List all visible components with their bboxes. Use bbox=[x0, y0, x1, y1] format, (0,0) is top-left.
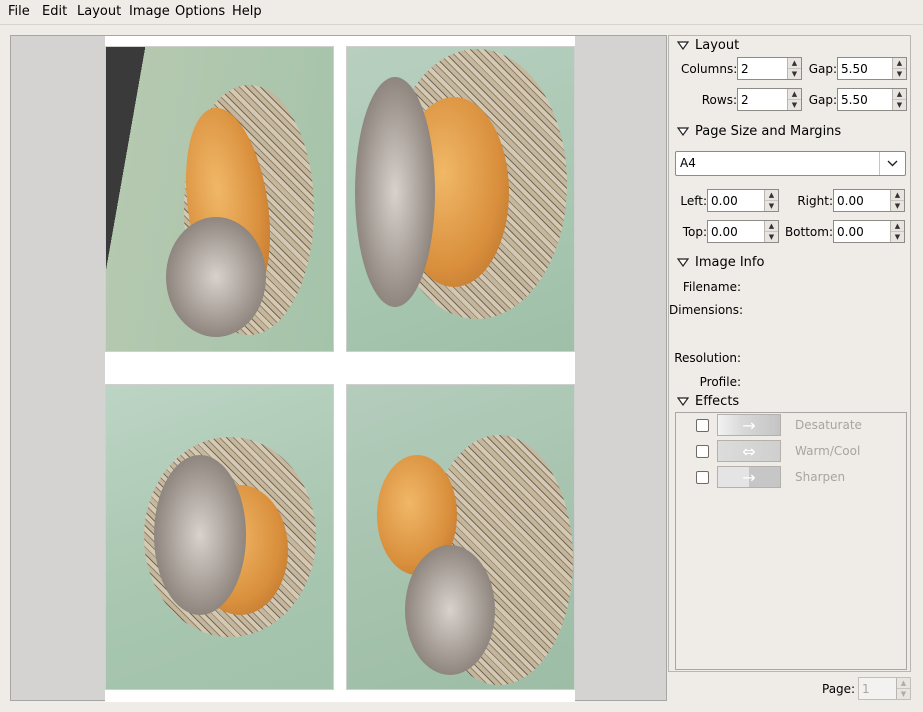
spin-down-icon[interactable]: ▼ bbox=[891, 231, 904, 242]
photo-cell-3[interactable] bbox=[105, 384, 334, 690]
effects-section-title: Effects bbox=[695, 394, 740, 409]
chevron-down-icon[interactable] bbox=[879, 152, 905, 175]
rows-label: Rows: bbox=[701, 93, 737, 107]
row-gap-label: Gap: bbox=[808, 93, 837, 107]
effect-desaturate[interactable]: → Desaturate bbox=[696, 413, 862, 437]
paper-size-value: A4 bbox=[680, 156, 696, 170]
page-label: Page: bbox=[822, 682, 856, 696]
spin-down-icon[interactable]: ▼ bbox=[893, 99, 906, 110]
page-size-section-title: Page Size and Margins bbox=[695, 124, 842, 139]
effect-warm-cool[interactable]: ⇔ Warm/Cool bbox=[696, 439, 860, 463]
spin-down-icon[interactable]: ▼ bbox=[891, 200, 904, 211]
margin-left-spinbox[interactable]: 0.00 ▲ ▼ bbox=[707, 189, 779, 212]
effects-section-header[interactable]: Effects bbox=[677, 394, 739, 409]
rows-value: 2 bbox=[741, 92, 749, 107]
sharpen-preview-icon: → bbox=[717, 466, 781, 488]
spin-down-icon[interactable]: ▼ bbox=[893, 68, 906, 79]
margin-bottom-value: 0.00 bbox=[837, 224, 864, 239]
margin-top-label: Top: bbox=[682, 225, 707, 239]
sharpen-checkbox[interactable] bbox=[696, 470, 709, 484]
menu-help[interactable]: Help bbox=[232, 4, 262, 19]
photo-cell-4[interactable] bbox=[346, 384, 575, 690]
warm-cool-label: Warm/Cool bbox=[795, 444, 861, 458]
menu-edit[interactable]: Edit bbox=[42, 4, 67, 19]
page-spinbox[interactable]: 1 ▲ ▼ bbox=[858, 677, 911, 700]
image-info-section-title: Image Info bbox=[695, 255, 765, 270]
column-gap-spinbox[interactable]: 5.50 ▲ ▼ bbox=[837, 57, 907, 80]
desaturate-label: Desaturate bbox=[795, 418, 862, 432]
cat-grey bbox=[405, 545, 495, 675]
menubar: File Edit Layout Image Options Help bbox=[0, 0, 923, 25]
expander-down-icon bbox=[677, 41, 689, 50]
paper-size-select[interactable]: A4 bbox=[675, 151, 906, 176]
spin-up-icon[interactable]: ▲ bbox=[891, 221, 904, 231]
warm-cool-checkbox[interactable] bbox=[696, 444, 709, 458]
profile-label: Profile: bbox=[699, 375, 741, 389]
expander-down-icon bbox=[677, 397, 689, 406]
print-preview bbox=[10, 35, 667, 702]
margin-bottom-label: Bottom: bbox=[784, 225, 833, 239]
spin-down-icon[interactable]: ▼ bbox=[897, 688, 910, 699]
layout-section-header[interactable]: Layout bbox=[677, 38, 739, 53]
page-size-section-header[interactable]: Page Size and Margins bbox=[677, 124, 841, 139]
margin-left-value: 0.00 bbox=[711, 193, 738, 208]
columns-label: Columns: bbox=[681, 62, 738, 76]
margin-top-value: 0.00 bbox=[711, 224, 738, 239]
margin-right-label-text: Right: bbox=[797, 194, 833, 208]
spin-up-icon[interactable]: ▲ bbox=[893, 89, 906, 99]
menu-options[interactable]: Options bbox=[175, 4, 225, 19]
spin-down-icon[interactable]: ▼ bbox=[788, 68, 801, 79]
row-gap-value: 5.50 bbox=[841, 92, 868, 107]
spin-down-icon[interactable]: ▼ bbox=[788, 99, 801, 110]
margin-right-spinbox[interactable]: 0.00 ▲ ▼ bbox=[833, 189, 905, 212]
warm-cool-preview-icon: ⇔ bbox=[717, 440, 781, 462]
effects-list: → Desaturate ⇔ Warm/Cool → Sharpen bbox=[675, 412, 907, 670]
sharpen-label: Sharpen bbox=[795, 470, 846, 484]
spin-up-icon[interactable]: ▲ bbox=[893, 58, 906, 68]
dimensions-label: Dimensions: bbox=[669, 303, 744, 317]
effect-sharpen[interactable]: → Sharpen bbox=[696, 465, 845, 489]
settings-panel: Layout Columns: 2 ▲ ▼ Gap: 5.50 ▲ ▼ Rows: … bbox=[668, 35, 911, 672]
spin-up-icon[interactable]: ▲ bbox=[765, 190, 778, 200]
resolution-label: Resolution: bbox=[674, 351, 741, 365]
image-info-section-header[interactable]: Image Info bbox=[677, 255, 764, 270]
menu-file[interactable]: File bbox=[8, 4, 30, 19]
page-sheet bbox=[105, 36, 575, 702]
row-gap-spinbox[interactable]: 5.50 ▲ ▼ bbox=[837, 88, 907, 111]
layout-section-title: Layout bbox=[695, 38, 740, 53]
columns-value: 2 bbox=[741, 61, 749, 76]
photo-cell-1[interactable] bbox=[105, 46, 334, 352]
rows-spinbox[interactable]: 2 ▲ ▼ bbox=[737, 88, 802, 111]
desaturate-checkbox[interactable] bbox=[696, 418, 709, 432]
margin-right-value: 0.00 bbox=[837, 193, 864, 208]
cat-grey bbox=[166, 217, 266, 337]
spin-down-icon[interactable]: ▼ bbox=[765, 231, 778, 242]
spin-down-icon[interactable]: ▼ bbox=[765, 200, 778, 211]
menu-image[interactable]: Image bbox=[129, 4, 170, 19]
photo-cell-2[interactable] bbox=[346, 46, 575, 352]
column-gap-value: 5.50 bbox=[841, 61, 868, 76]
spin-up-icon[interactable]: ▲ bbox=[891, 190, 904, 200]
margin-bottom-spinbox[interactable]: 0.00 ▲ ▼ bbox=[833, 220, 905, 243]
margin-top-spinbox[interactable]: 0.00 ▲ ▼ bbox=[707, 220, 779, 243]
columns-spinbox[interactable]: 2 ▲ ▼ bbox=[737, 57, 802, 80]
filename-label: Filename: bbox=[682, 280, 741, 294]
desaturate-preview-icon: → bbox=[717, 414, 781, 436]
column-gap-label: Gap: bbox=[808, 62, 837, 76]
cat-grey bbox=[154, 455, 246, 615]
spin-up-icon[interactable]: ▲ bbox=[765, 221, 778, 231]
spin-up-icon[interactable]: ▲ bbox=[788, 58, 801, 68]
expander-down-icon bbox=[677, 258, 689, 267]
page-value: 1 bbox=[862, 681, 870, 696]
margin-left-label: Left: bbox=[680, 194, 707, 208]
spin-up-icon[interactable]: ▲ bbox=[897, 678, 910, 688]
cat-grey bbox=[355, 77, 435, 307]
spin-up-icon[interactable]: ▲ bbox=[788, 89, 801, 99]
menu-layout[interactable]: Layout bbox=[77, 4, 121, 19]
expander-down-icon bbox=[677, 127, 689, 136]
